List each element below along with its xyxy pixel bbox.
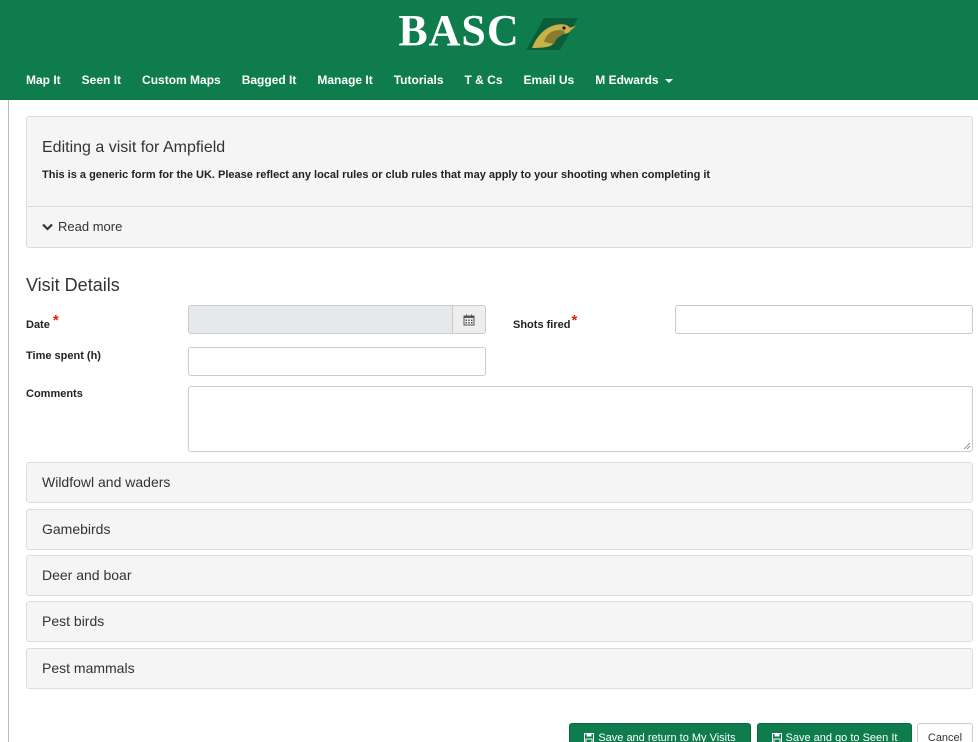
window-edge	[0, 100, 9, 742]
floppy-disk-icon	[771, 732, 782, 742]
accordion-label: Pest birds	[42, 613, 105, 629]
main-nav: Map It Seen It Custom Maps Bagged It Man…	[26, 72, 694, 88]
accordion-gamebirds[interactable]: Gamebirds	[26, 509, 973, 550]
floppy-disk-icon	[584, 732, 595, 742]
date-picker-button[interactable]	[452, 305, 486, 334]
accordion-pest-birds[interactable]: Pest birds	[26, 601, 973, 642]
date-label: Date *	[26, 312, 59, 332]
form-notice: This is a generic form for the UK. Pleas…	[42, 169, 711, 181]
page-title: Editing a visit for Ampfield	[42, 139, 226, 156]
site-header: BASC Map It Seen It Custom Maps Bagged I…	[0, 0, 978, 100]
resize-grip-icon[interactable]	[961, 440, 971, 450]
accordion-label: Deer and boar	[42, 567, 132, 583]
required-marker: *	[52, 312, 59, 329]
time-spent-label: Time spent (h)	[26, 350, 101, 362]
comments-label: Comments	[26, 388, 83, 400]
accordion-label: Gamebirds	[42, 521, 111, 537]
nav-terms[interactable]: T & Cs	[465, 73, 503, 87]
duck-logo-icon	[525, 18, 578, 50]
date-label-text: Date	[26, 319, 50, 331]
accordion-pest-mammals[interactable]: Pest mammals	[26, 648, 973, 689]
user-name: M Edwards	[595, 73, 659, 87]
accordion-wildfowl[interactable]: Wildfowl and waders	[26, 462, 973, 503]
comments-field[interactable]	[188, 386, 973, 452]
chevron-down-icon	[42, 223, 53, 231]
nav-bagged-it[interactable]: Bagged It	[242, 73, 297, 87]
brand[interactable]: BASC	[0, 8, 978, 54]
shots-fired-label: Shots fired*	[513, 312, 578, 332]
save-return-label: Save and return to My Visits	[598, 731, 736, 742]
cancel-button[interactable]: Cancel	[917, 723, 973, 742]
caret-down-icon	[664, 78, 673, 83]
read-more-toggle[interactable]: Read more	[42, 219, 122, 234]
accordion-deer-boar[interactable]: Deer and boar	[26, 555, 973, 596]
read-more-label: Read more	[58, 219, 123, 234]
nav-tutorials[interactable]: Tutorials	[394, 73, 444, 87]
accordion-label: Wildfowl and waders	[42, 474, 171, 490]
panel-divider	[27, 206, 972, 207]
section-title: Visit Details	[26, 275, 120, 295]
time-spent-field[interactable]	[188, 347, 486, 376]
save-return-button[interactable]: Save and return to My Visits	[569, 723, 751, 742]
nav-map-it[interactable]: Map It	[26, 73, 61, 87]
cancel-label: Cancel	[927, 731, 963, 742]
nav-seen-it[interactable]: Seen It	[82, 73, 121, 87]
nav-custom-maps[interactable]: Custom Maps	[142, 73, 221, 87]
save-seen-it-button[interactable]: Save and go to Seen It	[757, 723, 912, 742]
visit-info-panel: Editing a visit for Ampfield This is a g…	[26, 116, 973, 248]
nav-email-us[interactable]: Email Us	[524, 73, 575, 87]
calendar-icon	[463, 314, 475, 325]
shots-fired-label-text: Shots fired	[513, 319, 571, 331]
nav-manage-it[interactable]: Manage It	[317, 73, 372, 87]
shots-fired-field[interactable]	[675, 305, 973, 334]
date-field[interactable]	[188, 305, 452, 334]
accordion-label: Pest mammals	[42, 660, 135, 676]
nav-user-menu[interactable]: M Edwards	[595, 73, 673, 87]
save-seen-it-label: Save and go to Seen It	[785, 731, 898, 742]
brand-logo-text: BASC	[398, 6, 520, 55]
required-marker: *	[571, 312, 578, 329]
